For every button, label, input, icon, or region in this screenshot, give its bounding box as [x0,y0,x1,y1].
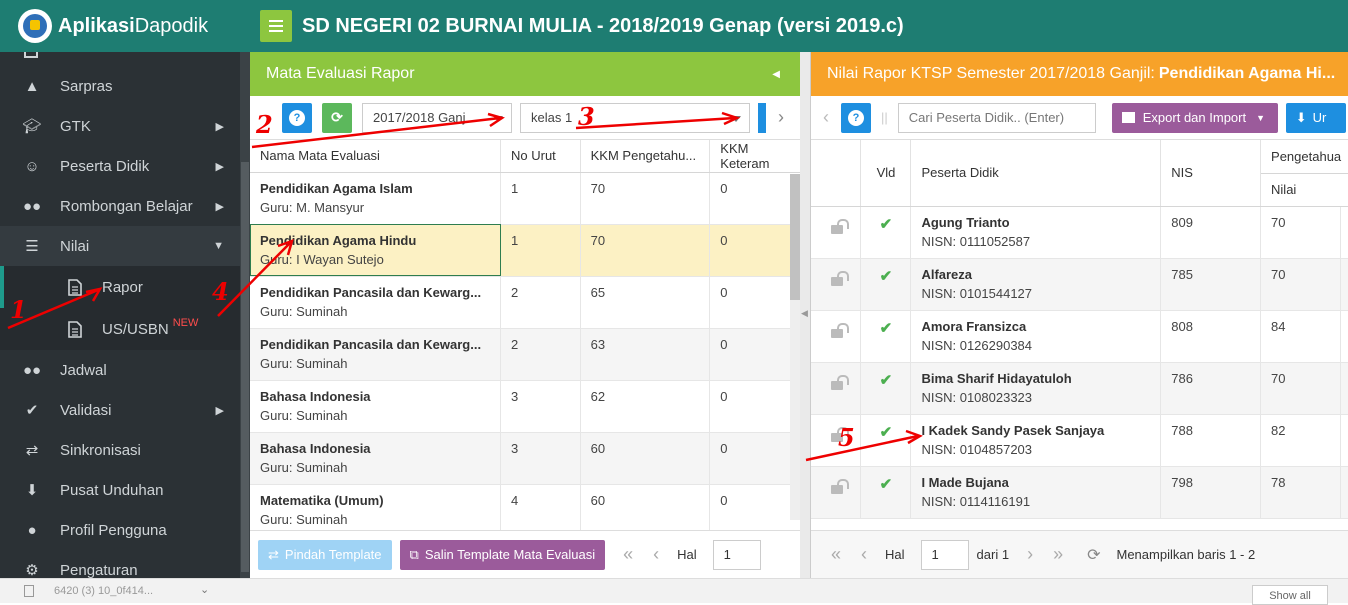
annotation-layer: 1 2 3 4 5 [7,102,923,462]
annotation-arrow-2 [251,116,501,149]
annotation-label-5: 5 [838,423,855,452]
annotation-arrow-3 [575,116,736,130]
annotation-arrow-5 [805,434,919,462]
annotation-label-1: 1 [10,295,27,324]
annotation-label-3: 3 [578,102,595,131]
annotation-arrow-4 [217,242,291,317]
annotation-label-2: 2 [255,110,273,139]
annotation-label-4: 4 [212,277,229,306]
